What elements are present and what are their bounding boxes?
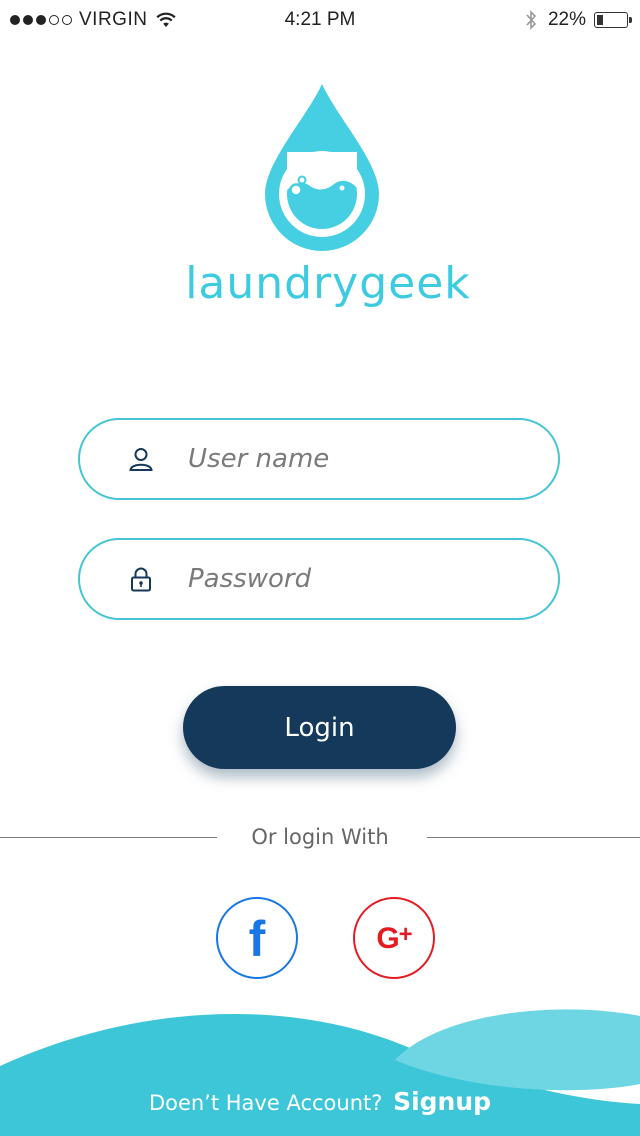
status-right: 22% bbox=[524, 9, 632, 31]
facebook-icon: f bbox=[248, 911, 266, 967]
login-button[interactable]: Login bbox=[183, 686, 456, 769]
bluetooth-icon bbox=[526, 10, 537, 30]
google-plus-sign: + bbox=[398, 920, 413, 948]
signup-link[interactable]: Signup bbox=[393, 1087, 491, 1116]
divider-line bbox=[427, 837, 640, 838]
battery-fill bbox=[597, 15, 603, 25]
water-drop-logo bbox=[265, 84, 379, 251]
password-field[interactable] bbox=[78, 538, 560, 620]
google-plus-login-button[interactable]: G+ bbox=[353, 897, 435, 979]
google-letter: G bbox=[376, 921, 399, 955]
username-input[interactable] bbox=[188, 444, 488, 474]
battery-icon bbox=[594, 12, 632, 28]
google-plus-icon: G+ bbox=[376, 920, 413, 955]
brand-name: laundrygeek bbox=[185, 258, 471, 309]
lock-icon bbox=[131, 567, 151, 592]
password-input[interactable] bbox=[188, 564, 488, 594]
username-field[interactable] bbox=[78, 418, 560, 500]
status-bar: VIRGIN 4:21 PM 22% bbox=[0, 0, 640, 40]
signup-prompt: Doen’t Have Account? Signup bbox=[0, 1087, 640, 1116]
battery-percent: 22% bbox=[547, 9, 586, 30]
facebook-login-button[interactable]: f bbox=[216, 897, 298, 979]
signup-question: Doen’t Have Account? bbox=[148, 1091, 383, 1115]
user-icon bbox=[129, 448, 153, 471]
